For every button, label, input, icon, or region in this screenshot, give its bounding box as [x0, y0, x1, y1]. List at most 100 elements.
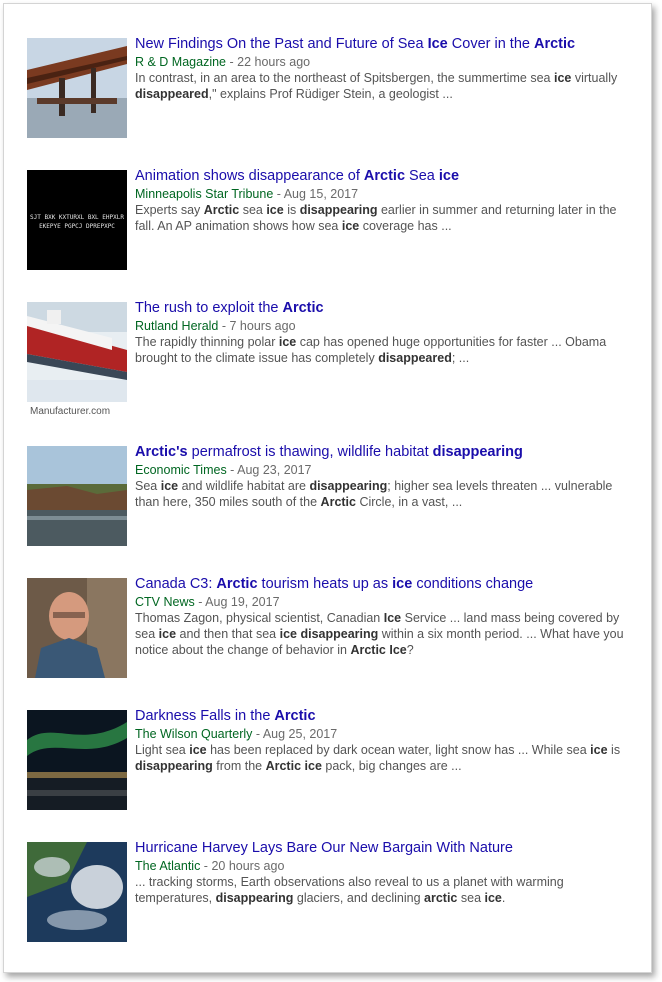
permafrost-landscape-icon[interactable] — [27, 446, 127, 546]
result-source: R & D Magazine — [135, 55, 227, 69]
highlight-term: ice — [392, 576, 413, 592]
result-title-link[interactable]: New Findings On the Past and Future of S… — [135, 35, 627, 54]
highlight-term: Arctic — [363, 168, 406, 184]
text-segment: pack, big changes are ... — [321, 759, 462, 773]
result-title-link[interactable]: Canada C3: Arctic tourism heats up as ic… — [135, 575, 627, 594]
result-source: The Atlantic — [135, 859, 201, 873]
result-source: Economic Times — [135, 463, 227, 477]
text-segment: Animation shows disappearance of — [135, 168, 364, 184]
result-source: Minneapolis Star Tribune — [135, 187, 274, 201]
text-segment: sea — [239, 203, 267, 217]
highlight-term: ice — [341, 219, 360, 233]
highlight-term: ice — [304, 759, 322, 773]
news-result: Arctic's permafrost is thawing, wildlife… — [27, 443, 627, 566]
news-result: SJT BXK KXTURXL BXL EHPXLR EKEPYE PGPCJ … — [27, 167, 627, 290]
video-still-line: SJT BXK KXTURXL BXL EHPXLR — [30, 214, 124, 221]
text-segment: ; ... — [451, 351, 470, 365]
result-meta: Minneapolis Star Tribune - Aug 15, 2017 — [135, 186, 627, 202]
text-segment: Thomas Zagon, physical scientist, Canadi… — [135, 611, 384, 625]
text-segment: Cover in the — [447, 36, 534, 52]
highlight-term: ice — [590, 743, 608, 757]
highlight-term: ice — [278, 335, 297, 349]
highlight-term: ice — [158, 627, 177, 641]
highlight-term: Arctic — [320, 495, 356, 509]
result-snippet: The rapidly thinning polar ice cap has o… — [135, 334, 627, 366]
result-meta: Economic Times - Aug 23, 2017 — [135, 462, 627, 478]
result-time: Aug 23, 2017 — [237, 463, 312, 477]
result-title-link[interactable]: Arctic's permafrost is thawing, wildlife… — [135, 443, 627, 462]
highlight-term: ice — [438, 168, 460, 184]
result-source: CTV News — [135, 595, 195, 609]
text-segment: Experts say — [135, 203, 204, 217]
highlight-term: disappearing — [432, 444, 523, 460]
meta-separator: - — [273, 187, 284, 201]
highlight-term: arctic — [424, 891, 458, 905]
portrait-photo-icon[interactable] — [27, 578, 127, 678]
highlight-term: disappeared — [378, 351, 452, 365]
text-segment: and wildlife habitat are — [178, 479, 310, 493]
highlight-term: Arctic — [216, 576, 258, 592]
result-title-link[interactable]: The rush to exploit the Arctic — [135, 299, 627, 318]
text-segment: Hurricane Harvey Lays Bare Our New Barga… — [135, 840, 513, 856]
text-segment: The rapidly thinning polar — [135, 335, 279, 349]
highlight-term: disappearing — [309, 479, 388, 493]
news-result: New Findings On the Past and Future of S… — [27, 35, 627, 158]
highlight-term: Arctic — [534, 36, 576, 52]
highlight-term: Arctic — [203, 203, 240, 217]
news-result: Manufacturer.com The rush to exploit the… — [27, 299, 627, 422]
result-meta: R & D Magazine - 22 hours ago — [135, 54, 627, 70]
highlight-term: disappearing — [300, 627, 379, 641]
result-title-link[interactable]: Animation shows disappearance of Arctic … — [135, 167, 627, 186]
result-time: 22 hours ago — [237, 55, 311, 69]
text-segment: ? — [406, 643, 414, 657]
text-segment: tourism heats up as — [257, 576, 393, 592]
video-still-line: EKEPYE PGPCJ DPREPXPC — [39, 223, 115, 230]
ship-crane-icon[interactable] — [27, 38, 127, 138]
text-segment: Canada C3: — [135, 576, 217, 592]
highlight-term: Arctic — [265, 759, 302, 773]
text-segment: Darkness Falls in the — [135, 708, 275, 724]
highlight-term: Arctic — [274, 708, 316, 724]
text-segment: coverage has ... — [359, 219, 452, 233]
text-segment: sea — [457, 891, 485, 905]
result-time: 7 hours ago — [229, 319, 296, 333]
meta-separator: - — [252, 727, 263, 741]
meta-separator: - — [226, 55, 238, 69]
highlight-term: disappearing — [135, 759, 213, 773]
text-segment: and then that sea — [176, 627, 280, 641]
highlight-term: Arctic Ice — [350, 643, 407, 657]
text-segment: Sea — [405, 168, 439, 184]
result-title-link[interactable]: Hurricane Harvey Lays Bare Our New Barga… — [135, 839, 627, 858]
result-title-link[interactable]: Darkness Falls in the Arctic — [135, 707, 627, 726]
highlight-term: ice — [189, 743, 207, 757]
text-segment: permafrost is thawing, wildlife habitat — [187, 444, 433, 460]
text-segment: Circle, in a vast, ... — [355, 495, 463, 509]
text-segment: is — [283, 203, 300, 217]
text-segment: Sea — [135, 479, 161, 493]
highlight-term: ice — [553, 71, 572, 85]
result-meta: CTV News - Aug 19, 2017 — [135, 594, 627, 610]
text-segment: glaciers, and declining — [293, 891, 425, 905]
text-segment: conditions change — [412, 576, 534, 592]
aurora-night-icon[interactable] — [27, 710, 127, 810]
highlight-term: Ice — [383, 611, 402, 625]
meta-separator: - — [194, 595, 206, 609]
highlight-term: ice — [160, 479, 179, 493]
result-snippet: In contrast, in an area to the northeast… — [135, 70, 627, 102]
highlight-term: Ice — [427, 36, 448, 52]
highlight-term: Arctic's — [135, 444, 188, 460]
highlight-term: disappearing — [215, 891, 294, 905]
text-segment: In contrast, in an area to the northeast… — [135, 71, 554, 85]
result-meta: The Wilson Quarterly - Aug 25, 2017 — [135, 726, 627, 742]
text-segment: has been replaced by dark ocean water, l… — [206, 743, 591, 757]
search-results-panel: New Findings On the Past and Future of S… — [3, 3, 652, 973]
video-still-icon[interactable]: SJT BXK KXTURXL BXL EHPXLR EKEPYE PGPCJ … — [27, 170, 127, 270]
text-segment: Light sea — [135, 743, 190, 757]
icebreaker-ship-icon[interactable] — [27, 302, 127, 402]
image-credit: Manufacturer.com — [30, 406, 111, 417]
result-snippet: Light sea ice has been replaced by dark … — [135, 742, 627, 774]
satellite-storm-icon[interactable] — [27, 842, 127, 942]
result-snippet: Experts say Arctic sea ice is disappeari… — [135, 202, 627, 234]
highlight-term: disappearing — [299, 203, 378, 217]
text-segment: virtually — [571, 71, 618, 85]
